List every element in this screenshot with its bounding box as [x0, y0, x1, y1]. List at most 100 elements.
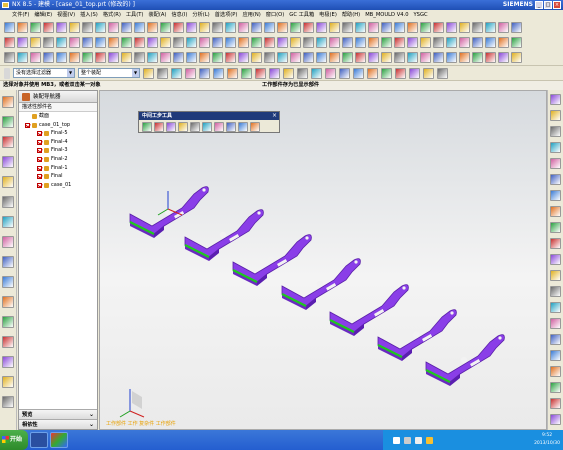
- visibility-checkbox[interactable]: [37, 139, 42, 145]
- tree-node[interactable]: Final-4: [19, 138, 97, 147]
- toolbar-3-tool-icon-27[interactable]: [355, 52, 366, 63]
- toolbar-2-tool-icon-11[interactable]: [147, 37, 158, 48]
- snap-tool-icon-3[interactable]: [185, 67, 196, 79]
- toolbar-3-tool-icon-13[interactable]: [173, 52, 184, 63]
- toolbar-1-tool-icon-34[interactable]: [446, 22, 457, 33]
- tree-node[interactable]: 截面: [19, 112, 97, 121]
- snap-tool-icon-17[interactable]: [381, 67, 392, 79]
- toolbar-2-tool-icon-9[interactable]: [121, 37, 132, 48]
- menu-item-5[interactable]: 工具(T): [126, 12, 144, 18]
- snap-tool-icon-6[interactable]: [227, 67, 238, 79]
- toolbar-2-tool-icon-3[interactable]: [43, 37, 54, 48]
- toolbar-2-tool-icon-6[interactable]: [82, 37, 93, 48]
- toolbar-1-tool-icon-11[interactable]: [147, 22, 158, 33]
- right-resource-tool-icon-9[interactable]: [550, 238, 561, 249]
- visibility-checkbox[interactable]: [25, 122, 30, 128]
- right-resource-tool-icon-17[interactable]: [550, 366, 561, 377]
- toolbar-1-tool-icon-12[interactable]: [160, 22, 171, 33]
- step-tool-icon-4[interactable]: [190, 122, 200, 132]
- menu-item-2[interactable]: 视图(V): [57, 12, 75, 18]
- toolbar-3-tool-icon-35[interactable]: [459, 52, 470, 63]
- right-resource-tool-icon-15[interactable]: [550, 334, 561, 345]
- snap-tool-icon-16[interactable]: [367, 67, 378, 79]
- network-icon[interactable]: [404, 436, 411, 444]
- toolbar-3-tool-icon-22[interactable]: [290, 52, 301, 63]
- toolbar-3-tool-icon-26[interactable]: [342, 52, 353, 63]
- right-resource-tool-icon-13[interactable]: [550, 302, 561, 313]
- tree-node[interactable]: case_01: [19, 181, 97, 190]
- menu-item-14[interactable]: 帮助(H): [342, 12, 360, 18]
- toolbar-3-tool-icon-0[interactable]: [4, 52, 15, 63]
- toolbar-1-tool-icon-28[interactable]: [368, 22, 379, 33]
- toolbar-3-tool-icon-19[interactable]: [251, 52, 262, 63]
- sheet-metal-part[interactable]: [377, 309, 457, 361]
- toolbar-1-tool-icon-14[interactable]: [186, 22, 197, 33]
- right-resource-tool-icon-1[interactable]: [550, 110, 561, 121]
- toolbar-2-tool-icon-16[interactable]: [212, 37, 223, 48]
- left-resource-tool-icon-4[interactable]: [2, 176, 14, 188]
- toolbar-1-tool-icon-21[interactable]: [277, 22, 288, 33]
- toolbar-1-tool-icon-15[interactable]: [199, 22, 210, 33]
- right-resource-tool-icon-8[interactable]: [550, 222, 561, 233]
- close-icon[interactable]: ×: [272, 112, 277, 120]
- toolbar-1-tool-icon-18[interactable]: [238, 22, 249, 33]
- type-filter-dropdown[interactable]: 没有选择过滤器 ▼: [13, 68, 75, 78]
- toolbar-1-tool-icon-6[interactable]: [82, 22, 93, 33]
- toolbar-2-tool-icon-33[interactable]: [433, 37, 444, 48]
- tree-node[interactable]: Final-1: [19, 164, 97, 173]
- visibility-checkbox[interactable]: [37, 156, 42, 162]
- selection-scope-dropdown[interactable]: 整个装配 ▼: [78, 68, 140, 78]
- model-view[interactable]: [100, 91, 547, 430]
- toolbar-3-tool-icon-17[interactable]: [225, 52, 236, 63]
- toolbar-3-tool-icon-20[interactable]: [264, 52, 275, 63]
- menu-icon[interactable]: [4, 67, 10, 79]
- toolbar-1-tool-icon-20[interactable]: [264, 22, 275, 33]
- toolbar-2-tool-icon-37[interactable]: [485, 37, 496, 48]
- sheet-metal-part[interactable]: [184, 209, 264, 261]
- toolbar-3-tool-icon-38[interactable]: [498, 52, 509, 63]
- toolbar-1-tool-icon-5[interactable]: [69, 22, 80, 33]
- left-resource-tool-icon-3[interactable]: [2, 156, 14, 168]
- toolbar-2-tool-icon-30[interactable]: [394, 37, 405, 48]
- visibility-checkbox[interactable]: [37, 165, 42, 171]
- snap-tool-icon-0[interactable]: [143, 67, 154, 79]
- step-tool-icon-0[interactable]: [142, 122, 152, 132]
- toolbar-2-tool-icon-26[interactable]: [342, 37, 353, 48]
- sheet-metal-part[interactable]: [281, 258, 361, 310]
- left-resource-tool-icon-14[interactable]: [2, 376, 14, 388]
- snap-tool-icon-8[interactable]: [255, 67, 266, 79]
- toolbar-3-tool-icon-6[interactable]: [82, 52, 93, 63]
- toolbar-2-tool-icon-1[interactable]: [17, 37, 28, 48]
- clock[interactable]: 9:52 2013/10/30: [534, 432, 560, 448]
- toolbar-2-tool-icon-10[interactable]: [134, 37, 145, 48]
- menu-item-1[interactable]: 编辑(E): [34, 12, 52, 18]
- toolbar-2-tool-icon-0[interactable]: [4, 37, 15, 48]
- toolbar-2-tool-icon-15[interactable]: [199, 37, 210, 48]
- left-resource-tool-icon-2[interactable]: [2, 136, 14, 148]
- left-resource-tool-icon-10[interactable]: [2, 296, 14, 308]
- toolbar-1-tool-icon-38[interactable]: [498, 22, 509, 33]
- right-resource-tool-icon-11[interactable]: [550, 270, 561, 281]
- step-tool-icon-9[interactable]: [250, 122, 260, 132]
- right-resource-tool-icon-2[interactable]: [550, 126, 561, 137]
- toolbar-2-tool-icon-18[interactable]: [238, 37, 249, 48]
- left-resource-tool-icon-7[interactable]: [2, 236, 14, 248]
- toolbar-1-tool-icon-4[interactable]: [56, 22, 67, 33]
- toolbar-3-tool-icon-16[interactable]: [212, 52, 223, 63]
- step-tool-icon-2[interactable]: [166, 122, 176, 132]
- right-resource-tool-icon-18[interactable]: [550, 382, 561, 393]
- tree-node[interactable]: case_01_top: [19, 121, 97, 130]
- toolbar-3-tool-icon-28[interactable]: [368, 52, 379, 63]
- toolbar-1-tool-icon-16[interactable]: [212, 22, 223, 33]
- toolbar-3-tool-icon-29[interactable]: [381, 52, 392, 63]
- start-button[interactable]: 开始: [0, 430, 28, 450]
- snap-tool-icon-4[interactable]: [199, 67, 210, 79]
- toolbar-2-tool-icon-14[interactable]: [186, 37, 197, 48]
- toolbar-3-tool-icon-14[interactable]: [186, 52, 197, 63]
- toolbar-3-tool-icon-30[interactable]: [394, 52, 405, 63]
- toolbar-3-tool-icon-21[interactable]: [277, 52, 288, 63]
- toolbar-2-tool-icon-2[interactable]: [30, 37, 41, 48]
- snap-tool-icon-9[interactable]: [269, 67, 280, 79]
- left-resource-tool-icon-15[interactable]: [2, 396, 14, 408]
- menu-item-15[interactable]: MB_MOULD V4.0: [365, 12, 408, 18]
